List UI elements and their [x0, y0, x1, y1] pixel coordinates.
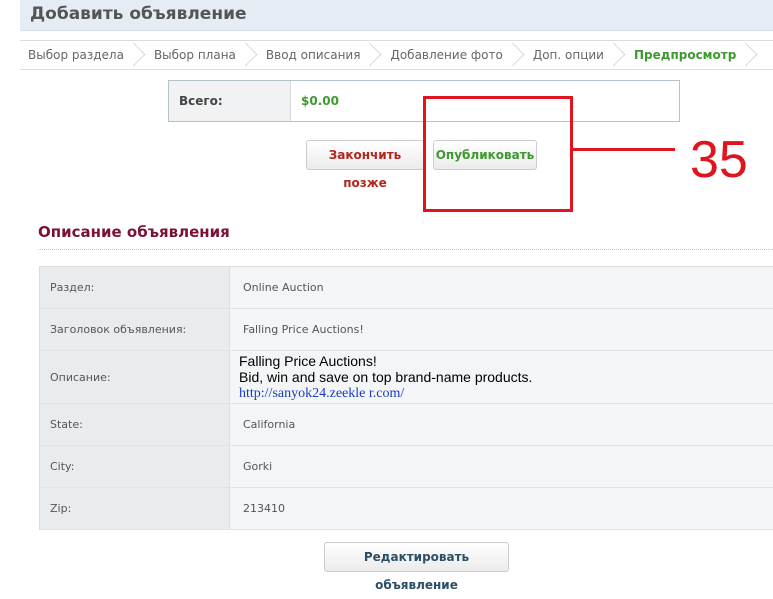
row-value: California [230, 404, 773, 445]
row-label: Заголовок объявления: [40, 309, 230, 350]
page-title: Добавить объявление [30, 4, 247, 24]
step-add-photo[interactable]: Добавление фото [382, 41, 524, 69]
total-label: Всего: [169, 81, 291, 121]
description-line: Falling Price Auctions! [239, 353, 377, 369]
row-value: Gorki [230, 446, 773, 487]
ad-details-table: Раздел: Online Auction Заголовок объявле… [39, 266, 773, 530]
row-value: Online Auction [230, 267, 773, 308]
page-header: Добавить объявление [20, 0, 773, 31]
table-row: Описание: Falling Price Auctions! Bid, w… [40, 351, 773, 404]
finish-later-button[interactable]: Закончить позже [306, 140, 424, 190]
description-link[interactable]: http://sanyok24.zeekle r.com/ [239, 385, 404, 402]
row-value: Falling Price Auctions! [230, 309, 773, 350]
step-preview[interactable]: Предпросмотр [626, 41, 758, 69]
step-select-plan[interactable]: Выбор плана [146, 41, 258, 69]
annotation-highlight-box [423, 96, 573, 212]
step-enter-description[interactable]: Ввод описания [258, 41, 383, 69]
table-row: City: Gorki [40, 446, 773, 488]
row-label: Zip: [40, 488, 230, 529]
row-label: City: [40, 446, 230, 487]
description-line: Bid, win and save on top brand-name prod… [239, 369, 533, 385]
table-row: Заголовок объявления: Falling Price Auct… [40, 309, 773, 351]
row-label: Описание: [40, 351, 230, 403]
edit-ad-button[interactable]: Редактировать объявление [324, 542, 509, 592]
section-title: Описание объявления [38, 223, 230, 241]
table-row: Zip: 213410 [40, 488, 773, 530]
row-label: Раздел: [40, 267, 230, 308]
step-extra-options[interactable]: Доп. опции [525, 41, 626, 69]
section-divider [38, 249, 773, 250]
step-select-section[interactable]: Выбор раздела [20, 41, 146, 69]
row-value: 213410 [230, 488, 773, 529]
description-content: Falling Price Auctions! Bid, win and sav… [230, 351, 773, 403]
annotation-number: 35 [690, 131, 748, 189]
table-row: Раздел: Online Auction [40, 267, 773, 309]
table-row: State: California [40, 404, 773, 446]
annotation-pointer-line [573, 148, 675, 151]
wizard-steps: Выбор раздела Выбор плана Ввод описания … [20, 40, 773, 70]
row-label: State: [40, 404, 230, 445]
